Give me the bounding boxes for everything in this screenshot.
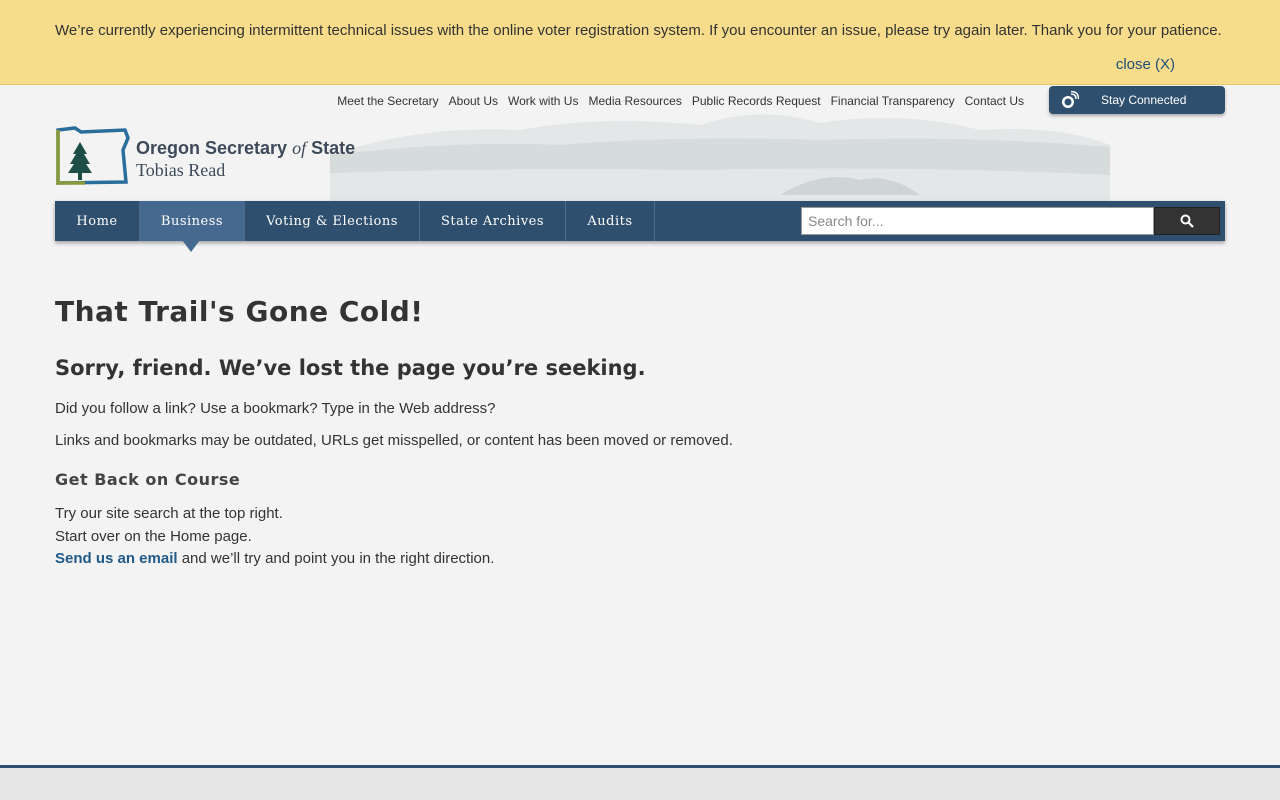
page-subtitle: Sorry, friend. We’ve lost the page you’r… <box>55 356 646 380</box>
search-input[interactable] <box>801 207 1154 235</box>
section-heading-get-back: Get Back on Course <box>55 470 241 489</box>
paragraph-follow-link: Did you follow a link? Use a bookmark? T… <box>55 400 496 417</box>
satellite-dish-icon <box>1062 91 1079 108</box>
paragraph-outdated-links: Links and bookmarks may be outdated, URL… <box>55 432 733 449</box>
utility-link-work-with-us[interactable]: Work with Us <box>508 94 578 108</box>
site-header: Meet the Secretary About Us Work with Us… <box>0 85 1280 201</box>
email-line-text: and we’ll try and point you in the right… <box>177 550 495 567</box>
site-footer <box>0 765 1280 800</box>
utility-link-contact-us[interactable]: Contact Us <box>965 94 1024 108</box>
send-email-link[interactable]: Send us an email <box>55 550 178 567</box>
utility-link-about-us[interactable]: About Us <box>449 94 498 108</box>
alert-banner: We’re currently experiencing intermitten… <box>0 0 1280 85</box>
alert-close-link[interactable]: close (X) <box>1116 56 1175 73</box>
stay-connected-button[interactable]: Stay Connected <box>1049 86 1225 114</box>
alert-message: We’re currently experiencing intermitten… <box>55 22 1222 39</box>
line-email: Send us an email and we’ll try and point… <box>55 550 494 567</box>
search-button[interactable] <box>1154 207 1220 235</box>
nav-home[interactable]: Home <box>55 201 140 241</box>
logo-title: Oregon Secretary of State <box>136 138 356 158</box>
logo-subtitle: Tobias Read <box>136 160 226 180</box>
nav-state-archives[interactable]: State Archives <box>420 201 566 241</box>
search-icon <box>1180 214 1194 228</box>
site-logo[interactable]: Oregon Secretary of State Tobias Read <box>55 126 375 188</box>
nav-voting-elections[interactable]: Voting & Elections <box>245 201 420 241</box>
line-home-page: Start over on the Home page. <box>55 528 252 545</box>
nav-audits[interactable]: Audits <box>566 201 655 241</box>
active-nav-caret <box>182 240 200 252</box>
stay-connected-label: Stay Connected <box>1101 93 1187 107</box>
page-title: That Trail's Gone Cold! <box>55 295 424 328</box>
nav-business[interactable]: Business <box>140 201 245 241</box>
line-site-search: Try our site search at the top right. <box>55 505 283 522</box>
utility-link-media-resources[interactable]: Media Resources <box>588 94 681 108</box>
utility-link-meet-secretary[interactable]: Meet the Secretary <box>337 94 438 108</box>
utility-link-financial-transparency[interactable]: Financial Transparency <box>831 94 955 108</box>
utility-link-public-records[interactable]: Public Records Request <box>692 94 821 108</box>
oregon-tree-logo-icon <box>56 126 130 185</box>
utility-nav: Meet the Secretary About Us Work with Us… <box>337 94 1024 108</box>
